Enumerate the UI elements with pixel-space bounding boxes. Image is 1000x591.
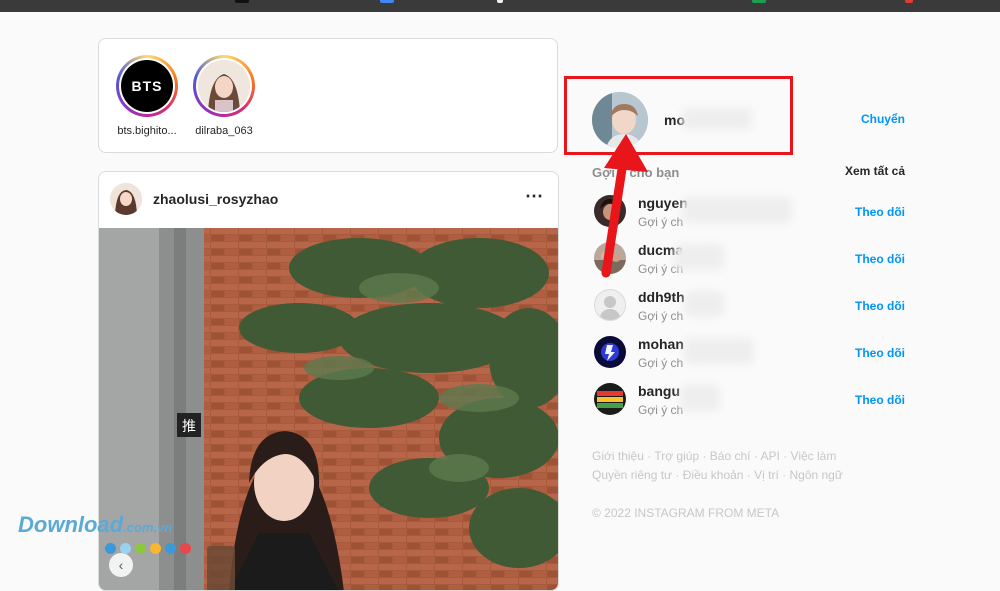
suggestion-subtitle: Gợi ý ch [638,215,684,229]
watermark-main: Download [18,512,124,537]
tab-icon[interactable] [905,0,913,3]
story-avatar: BTS [121,60,173,112]
more-options-icon[interactable]: ⋯ [525,186,544,207]
highlight-box [564,76,793,155]
follow-button[interactable]: Theo dõi [855,252,905,266]
suggestion-avatar[interactable] [594,336,626,368]
footer-separator: · [672,468,683,482]
stories-tray: BTS bts.bighito... dilraba_063 [98,38,558,153]
footer-separator: · [743,468,755,482]
follow-button[interactable]: Theo dõi [855,205,905,219]
watermark-suffix: .com.vn [123,520,173,535]
story-username: dilraba_063 [195,125,253,137]
footer-separator: · [779,449,791,463]
footer-separator: · [750,449,761,463]
suggestion-avatar[interactable] [594,195,626,227]
suggestion-subtitle: Gợi ý ch [638,356,684,370]
footer-link[interactable]: API [761,449,780,463]
suggestion-item: ddh9th Gợi ý ch Theo dõi [594,289,905,325]
footer-link[interactable]: Ngôn ngữ [789,468,842,482]
suggestion-username[interactable]: ddh9th [638,289,685,305]
footer-link[interactable]: Vị trí [754,468,779,482]
footer-separator: · [778,468,790,482]
tab-icon[interactable] [497,0,503,3]
footer-link[interactable]: Trợ giúp [654,449,699,463]
tab-icon[interactable] [752,0,766,3]
suggestion-username[interactable]: mohan [638,336,684,352]
suggestion-item: bangu Gợi ý ch Theo dõi [594,383,905,419]
footer-link[interactable]: Báo chí [710,449,751,463]
default-avatar-icon[interactable] [594,289,626,321]
redacted-area [680,385,720,411]
footer-link[interactable]: Quyền riêng tư [592,468,672,482]
follow-button[interactable]: Theo dõi [855,346,905,360]
story-username: bts.bighito... [117,125,177,137]
watermark-dots [105,541,195,559]
tab-icon[interactable] [235,0,249,3]
follow-button[interactable]: Theo dõi [855,299,905,313]
watermark-logo: Download.com.vn [18,512,172,538]
footer-link[interactable]: Việc làm [791,449,837,463]
copyright-text: © 2022 INSTAGRAM FROM META [592,506,780,520]
suggestion-item: nguyen Gợi ý ch Theo dõi [594,195,905,231]
footer-links-row-2: Quyền riêng tư · Điều khoản · Vị trí · N… [592,466,892,485]
see-all-link[interactable]: Xem tất cả [845,164,905,178]
sign-text: 推 [182,419,196,435]
footer-link[interactable]: Điều khoản [683,468,744,482]
suggestion-avatar[interactable] [594,383,626,415]
redacted-area [684,291,724,317]
suggestion-item: mohan Gợi ý ch Theo dõi [594,336,905,372]
suggestion-avatar[interactable] [594,242,626,274]
suggestion-subtitle: Gợi ý ch [638,403,684,417]
suggestion-item: ducma Gợi ý ch Theo dõi [594,242,905,278]
follow-button[interactable]: Theo dõi [855,393,905,407]
tab-icon[interactable] [380,0,394,3]
redacted-area [674,244,724,270]
post-header: zhaolusi_rosyzhao ⋯ [99,172,558,228]
suggestion-username[interactable]: nguyen [638,195,688,211]
suggestion-subtitle: Gợi ý ch [638,309,684,323]
footer-link[interactable]: Giới thiệu [592,449,644,463]
suggestions-header: Gợi ý cho bạn Xem tất cả [592,164,905,182]
switch-account-link[interactable]: Chuyển [861,112,905,126]
suggestion-username[interactable]: bangu [638,383,680,399]
post-author-avatar[interactable] [110,183,142,215]
footer-separator: · [699,449,710,463]
footer-separator: · [643,449,655,463]
post-author-username[interactable]: zhaolusi_rosyzhao [153,191,278,207]
story-item[interactable]: BTS bts.bighito... [107,55,187,137]
browser-top-bar [0,0,1000,12]
suggestions-title: Gợi ý cho bạn [592,165,680,180]
story-avatar [198,60,250,112]
story-item[interactable]: dilraba_063 [184,55,264,137]
redacted-area [684,338,754,364]
story-ring: BTS [116,55,178,117]
story-ring [193,55,255,117]
redacted-area [682,197,792,223]
footer-links-row-1: Giới thiệu · Trợ giúp · Báo chí · API · … [592,447,892,466]
